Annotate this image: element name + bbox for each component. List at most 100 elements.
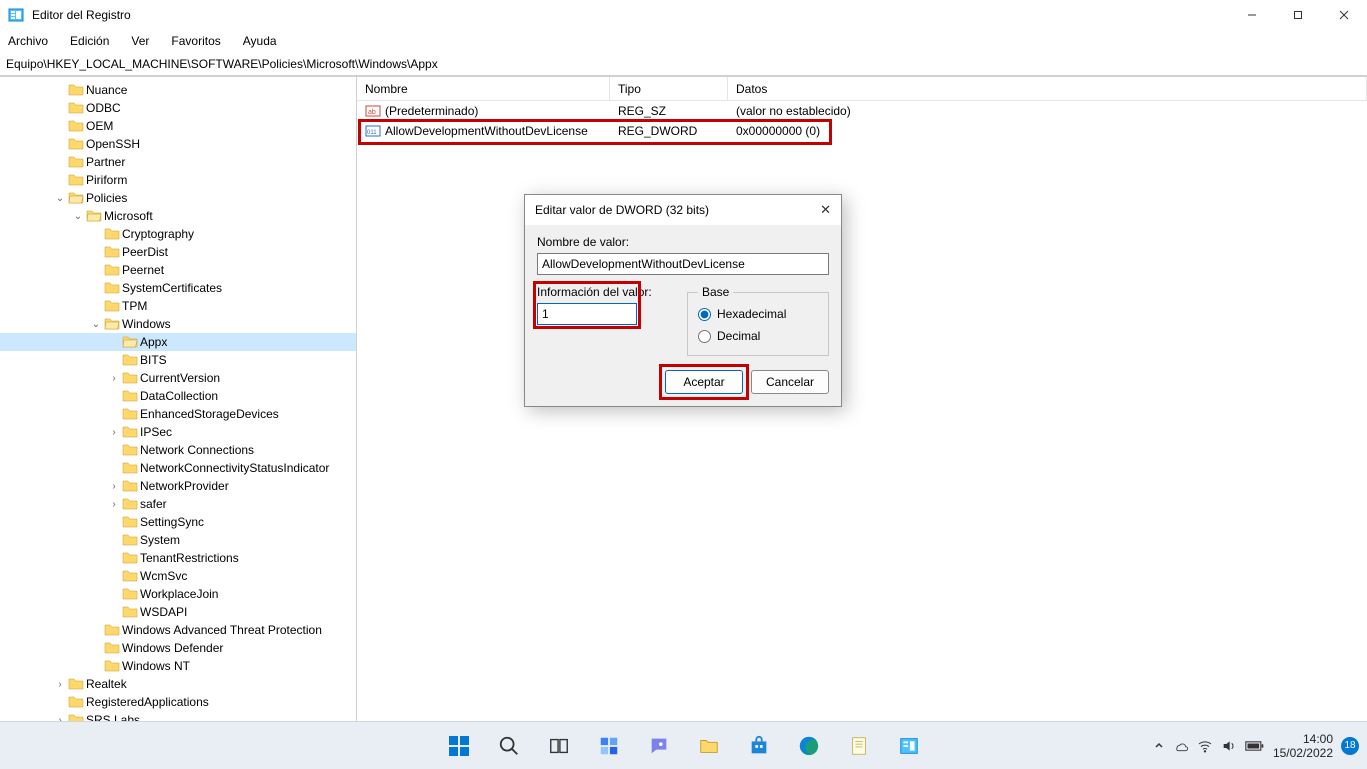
tree-item[interactable]: ⌄Policies	[0, 189, 356, 207]
tree-item[interactable]: WorkplaceJoin	[0, 585, 356, 603]
expand-chevron-icon[interactable]: ›	[108, 427, 120, 438]
tree-item[interactable]: Partner	[0, 153, 356, 171]
tree-item[interactable]: Windows Defender	[0, 639, 356, 657]
volume-icon[interactable]	[1221, 738, 1237, 754]
radio-hexadecimal[interactable]: Hexadecimal	[698, 303, 818, 325]
menu-file[interactable]: Archivo	[4, 32, 52, 50]
tree-item[interactable]: Cryptography	[0, 225, 356, 243]
menu-view[interactable]: Ver	[127, 32, 153, 50]
battery-icon[interactable]	[1245, 740, 1265, 752]
tree-item-label: Network Connections	[140, 443, 254, 457]
registry-tree[interactable]: Nuance ODBC OEMOpenSSHPartner Piriform ⌄Poli…	[0, 77, 357, 721]
expand-chevron-icon[interactable]: ›	[54, 679, 66, 690]
tree-item-label: Appx	[140, 335, 167, 349]
tree-item[interactable]: Nuance	[0, 81, 356, 99]
tree-item[interactable]: System	[0, 531, 356, 549]
base-fieldset: Base Hexadecimal Decimal	[687, 285, 829, 356]
regedit-taskbar-button[interactable]	[889, 726, 929, 766]
tree-item[interactable]: WSDAPI	[0, 603, 356, 621]
tree-item[interactable]: ›Realtek	[0, 675, 356, 693]
window-title: Editor del Registro	[32, 8, 131, 22]
tree-item[interactable]: ODBC	[0, 99, 356, 117]
tree-item-label: IPSec	[140, 425, 172, 439]
tree-item-label: ODBC	[86, 101, 121, 115]
ok-button[interactable]: Aceptar	[665, 370, 743, 394]
tree-item[interactable]: OpenSSH	[0, 135, 356, 153]
search-button[interactable]	[489, 726, 529, 766]
value-data-field[interactable]	[537, 303, 637, 325]
tree-item[interactable]: ›CurrentVersion	[0, 369, 356, 387]
base-legend: Base	[698, 285, 733, 299]
task-view-button[interactable]	[539, 726, 579, 766]
tree-item[interactable]: OEM	[0, 117, 356, 135]
list-row[interactable]: ab(Predeterminado)REG_SZ(valor no establ…	[357, 101, 1367, 121]
tree-item[interactable]: PeerDist	[0, 243, 356, 261]
radio-decimal[interactable]: Decimal	[698, 325, 818, 347]
list-row[interactable]: 011AllowDevelopmentWithoutDevLicenseREG_…	[357, 121, 1367, 141]
tray-chevron-icon[interactable]	[1153, 740, 1165, 752]
tree-item[interactable]: BITS	[0, 351, 356, 369]
explorer-button[interactable]	[689, 726, 729, 766]
tree-item[interactable]: › IPSec	[0, 423, 356, 441]
cancel-button[interactable]: Cancelar	[751, 370, 829, 394]
tree-item[interactable]: WcmSvc	[0, 567, 356, 585]
tree-item[interactable]: ⌄Windows	[0, 315, 356, 333]
maximize-button[interactable]	[1275, 0, 1321, 30]
tree-item[interactable]: ›safer	[0, 495, 356, 513]
tree-item[interactable]: Windows Advanced Threat Protection	[0, 621, 356, 639]
value-name: (Predeterminado)	[385, 104, 478, 118]
tree-item[interactable]: ⌄Microsoft	[0, 207, 356, 225]
column-data[interactable]: Datos	[728, 77, 1367, 100]
menu-bar: Archivo Edición Ver Favoritos Ayuda	[0, 30, 1367, 52]
expand-chevron-icon[interactable]: ›	[108, 499, 120, 510]
taskbar-center	[439, 726, 929, 766]
address-bar[interactable]: Equipo\HKEY_LOCAL_MACHINE\SOFTWARE\Polic…	[0, 52, 1367, 76]
column-name[interactable]: Nombre	[357, 77, 610, 100]
dialog-title: Editar valor de DWORD (32 bits)	[535, 203, 709, 217]
tree-item[interactable]: SystemCertificates	[0, 279, 356, 297]
expand-chevron-icon[interactable]: ›	[108, 373, 120, 384]
tree-item-label: System	[140, 533, 180, 547]
value-name-field[interactable]	[537, 253, 829, 275]
tree-item[interactable]: ›NetworkProvider	[0, 477, 356, 495]
column-type[interactable]: Tipo	[610, 77, 728, 100]
chat-button[interactable]	[639, 726, 679, 766]
notification-badge[interactable]: 18	[1341, 737, 1359, 755]
tray-time: 14:00	[1273, 732, 1333, 746]
expand-chevron-icon[interactable]: ⌄	[54, 193, 66, 204]
expand-chevron-icon[interactable]: ›	[108, 481, 120, 492]
widgets-button[interactable]	[589, 726, 629, 766]
tree-item-label: PeerDist	[122, 245, 168, 259]
tree-item-label: Piriform	[86, 173, 127, 187]
tree-item[interactable]: NetworkConnectivityStatusIndicator	[0, 459, 356, 477]
menu-help[interactable]: Ayuda	[239, 32, 281, 50]
notepad-button[interactable]	[839, 726, 879, 766]
expand-chevron-icon[interactable]: ⌄	[90, 319, 102, 330]
expand-chevron-icon[interactable]: ⌄	[72, 211, 84, 222]
wifi-icon[interactable]	[1197, 738, 1213, 754]
dialog-close-button[interactable]: ✕	[820, 202, 831, 218]
tree-item[interactable]: DataCollection	[0, 387, 356, 405]
minimize-button[interactable]	[1229, 0, 1275, 30]
tree-item[interactable]: RegisteredApplications	[0, 693, 356, 711]
edge-button[interactable]	[789, 726, 829, 766]
system-tray[interactable]: 14:00 15/02/2022 18	[1153, 732, 1359, 760]
tree-item[interactable]: Piriform	[0, 171, 356, 189]
close-button[interactable]	[1321, 0, 1367, 30]
tree-item[interactable]: Network Connections	[0, 441, 356, 459]
start-button[interactable]	[439, 726, 479, 766]
tree-item[interactable]: TPM	[0, 297, 356, 315]
tree-item[interactable]: Peernet	[0, 261, 356, 279]
taskbar: 14:00 15/02/2022 18	[0, 721, 1367, 769]
tree-item[interactable]: Appx	[0, 333, 356, 351]
list-header: Nombre Tipo Datos	[357, 77, 1367, 101]
tree-item[interactable]: ›SRS Labs	[0, 711, 356, 721]
menu-edit[interactable]: Edición	[66, 32, 113, 50]
tree-item[interactable]: SettingSync	[0, 513, 356, 531]
tree-item[interactable]: EnhancedStorageDevices	[0, 405, 356, 423]
menu-favorites[interactable]: Favoritos	[167, 32, 224, 50]
store-button[interactable]	[739, 726, 779, 766]
tree-item[interactable]: TenantRestrictions	[0, 549, 356, 567]
tree-item[interactable]: Windows NT	[0, 657, 356, 675]
onedrive-icon[interactable]	[1173, 738, 1189, 754]
